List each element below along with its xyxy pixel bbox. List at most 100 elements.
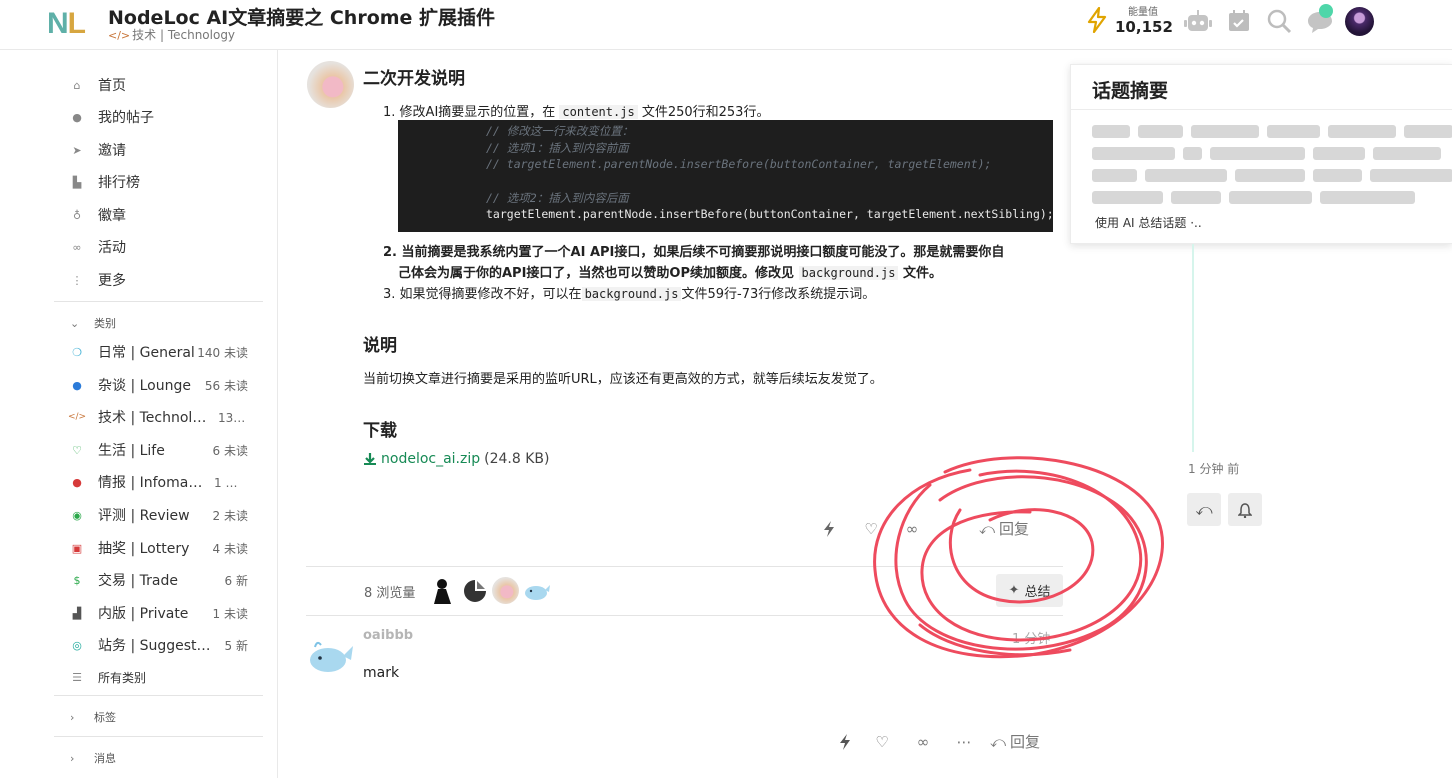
reply-content: mark — [363, 665, 400, 681]
sparkle-icon: ✦ — [1008, 583, 1020, 598]
timeline-track[interactable] — [1192, 244, 1194, 452]
alert-icon: ● — [72, 475, 82, 489]
like-icon[interactable]: ♡ — [861, 519, 881, 539]
sidebar-item-badges[interactable]: ♁ 徽章 — [70, 202, 260, 228]
inline-code: content.js — [559, 105, 638, 119]
participant-avatar[interactable] — [523, 580, 551, 602]
heart-icon: ♡ — [72, 443, 82, 457]
sidebar-item-activity[interactable]: ∞ 活动 — [70, 234, 260, 260]
loading-skeleton — [1092, 191, 1163, 204]
code-line: // 修改这一行来改变位置： — [486, 124, 634, 138]
reply-arrow-icon: ⤺ — [1195, 499, 1213, 519]
sidebar-divider — [54, 736, 263, 737]
sidebar-category-infomation[interactable]: ● 情报 | Infomation 1 未读 — [70, 469, 260, 495]
sidebar-item-my-posts[interactable]: ● 我的帖子 — [70, 104, 260, 130]
boost-icon[interactable] — [835, 732, 855, 752]
search-icon[interactable] — [1263, 7, 1295, 35]
sidebar-category-technology[interactable]: </>技术 | Technology13 未读 — [67, 404, 260, 430]
reply-arrow-icon: ⤺ — [979, 519, 996, 538]
sidebar: ⌂ 首页 ● 我的帖子 ➤ 邀请 ▙ 排行榜 ♁ 徽章 ∞ 活动 ⋮ 更多 ⌄ 类别 ❍ 日常 |… — [0, 50, 278, 778]
user-avatar[interactable] — [1345, 7, 1374, 36]
sidebar-item-invite[interactable]: ➤ 邀请 — [70, 137, 260, 163]
loading-skeleton — [1183, 147, 1202, 160]
download-link[interactable]: nodeloc_ai.zip (24.8 KB) — [363, 451, 549, 467]
download-icon — [364, 453, 376, 465]
loading-skeleton — [1320, 191, 1415, 204]
participant-avatar[interactable] — [462, 578, 488, 604]
topic-category[interactable]: </> 技术 | Technology — [108, 26, 235, 43]
sidebar-item-leaderboard[interactable]: ▙ 排行榜 — [70, 169, 260, 195]
code-icon: </> — [108, 29, 131, 42]
dev-item-3: 3. 如果觉得摘要修改不好，可以在 background.js 文件59行-73行修… — [383, 287, 876, 302]
loading-skeleton — [1313, 147, 1365, 160]
sidebar-item-home[interactable]: ⌂ 首页 — [70, 72, 260, 98]
loading-skeleton — [1145, 169, 1227, 182]
sidebar-category-review[interactable]: ◉ 评测 | Review 2 未读 — [70, 502, 260, 528]
site-header: NL NodeLoc AI文章摘要之 Chrome 扩展插件 </> 技术 | T… — [0, 0, 1452, 50]
sidebar-category-lottery[interactable]: ▣ 抽奖 | Lottery 4 未读 — [70, 535, 260, 561]
section-heading-download: 下载 — [363, 421, 397, 441]
more-vertical-icon: ⋮ — [71, 273, 83, 287]
code-line: // 选项1：插入到内容前面 — [486, 141, 629, 155]
note-text: 当前切换文章进行摘要是采用的监听URL，应该还有更高效的方式，就等后续坛友发觉了… — [363, 372, 883, 387]
building-icon: ▟ — [72, 606, 82, 620]
dev-item-2-line1: 2. 当前摘要是我系统内置了一个AI API接口，如果后续不可摘要那说明接口额度… — [383, 245, 1005, 260]
sidebar-category-lounge[interactable]: ● 杂谈 | Lounge 56 未读 — [70, 372, 260, 398]
reply-timestamp[interactable]: 1 分钟 — [1012, 628, 1050, 647]
sidebar-item-more[interactable]: ⋮ 更多 — [70, 267, 260, 293]
code-icon: </> — [67, 412, 87, 422]
topic-map-divider — [306, 566, 1063, 567]
sidebar-category-private[interactable]: ▟ 内版 | Private 1 未读 — [70, 600, 260, 626]
reply-button[interactable]: ⤺ 回复 — [979, 518, 1029, 539]
sidebar-category-trade[interactable]: $ 交易 | Trade 6 新 — [70, 567, 260, 593]
dev-item-1: 1. 修改AI摘要显示的位置，在 content.js 文件250行和253行。 — [383, 105, 770, 120]
tags-section-toggle[interactable]: › 标签 — [70, 709, 116, 725]
code-line: // 选项2：插入到内容后面 — [486, 191, 629, 205]
section-heading-note: 说明 — [363, 336, 397, 356]
section-heading-dev: 二次开发说明 — [363, 69, 465, 89]
send-icon: ➤ — [72, 143, 82, 157]
user-icon: ● — [72, 110, 82, 124]
participant-avatar[interactable] — [492, 577, 519, 604]
share-link-icon[interactable]: ∞ — [902, 519, 922, 539]
site-logo[interactable]: NL — [47, 6, 89, 42]
energy-icon[interactable] — [1086, 7, 1108, 33]
sidebar-category-life[interactable]: ♡ 生活 | Life 6 未读 — [70, 437, 260, 463]
code-block: // 修改这一行来改变位置： // 选项1：插入到内容前面 // targetE… — [398, 120, 1054, 232]
sidebar-category-suggestion[interactable]: ◎ 站务 | Suggestion 5 新 — [70, 632, 260, 658]
inline-code: background.js — [581, 287, 682, 301]
reply-author-avatar[interactable] — [307, 636, 354, 676]
summarize-button[interactable]: ✦ 总结 — [996, 574, 1063, 607]
robot-icon[interactable] — [1182, 7, 1214, 35]
share-link-icon[interactable]: ∞ — [913, 732, 933, 752]
loading-skeleton — [1267, 125, 1320, 138]
loading-skeleton — [1313, 169, 1362, 182]
gift-icon: ▣ — [71, 541, 83, 555]
loading-skeleton — [1370, 169, 1452, 182]
sidebar-all-categories[interactable]: ☰ 所有类别 — [70, 664, 260, 690]
post-actions: ♡ ∞ ⤺ 回复 — [819, 518, 1029, 539]
link-icon: ∞ — [72, 240, 82, 254]
messages-section-toggle[interactable]: › 消息 — [70, 750, 116, 766]
view-count: 8 浏览量 — [364, 586, 416, 601]
categories-section-toggle[interactable]: ⌄ 类别 — [70, 315, 116, 331]
post-author-avatar[interactable] — [307, 61, 354, 108]
participant-avatar[interactable] — [430, 577, 455, 605]
sidebar-category-general[interactable]: ❍ 日常 | General 140 未读 — [70, 339, 260, 365]
reply-button[interactable]: ⤺ 回复 — [990, 731, 1040, 752]
energy-value: 10,152 — [1115, 18, 1173, 36]
calendar-check-icon[interactable] — [1223, 7, 1255, 35]
loading-skeleton — [1229, 191, 1312, 204]
loading-skeleton — [1171, 191, 1221, 204]
bell-icon — [1238, 502, 1252, 518]
like-icon[interactable]: ♡ — [872, 732, 892, 752]
reply-username[interactable]: oaibbb — [363, 628, 413, 643]
code-line: targetElement.parentNode.insertBefore(bu… — [486, 207, 1054, 221]
loading-skeleton — [1235, 169, 1305, 182]
boost-icon[interactable] — [819, 519, 839, 539]
more-horizontal-icon[interactable]: ⋯ — [954, 732, 974, 752]
chart-icon: ▙ — [72, 175, 82, 189]
timeline-reply-button[interactable]: ⤺ — [1187, 493, 1221, 526]
chat-bubbles-icon: ❍ — [72, 345, 82, 359]
notification-bell-button[interactable] — [1228, 493, 1262, 526]
